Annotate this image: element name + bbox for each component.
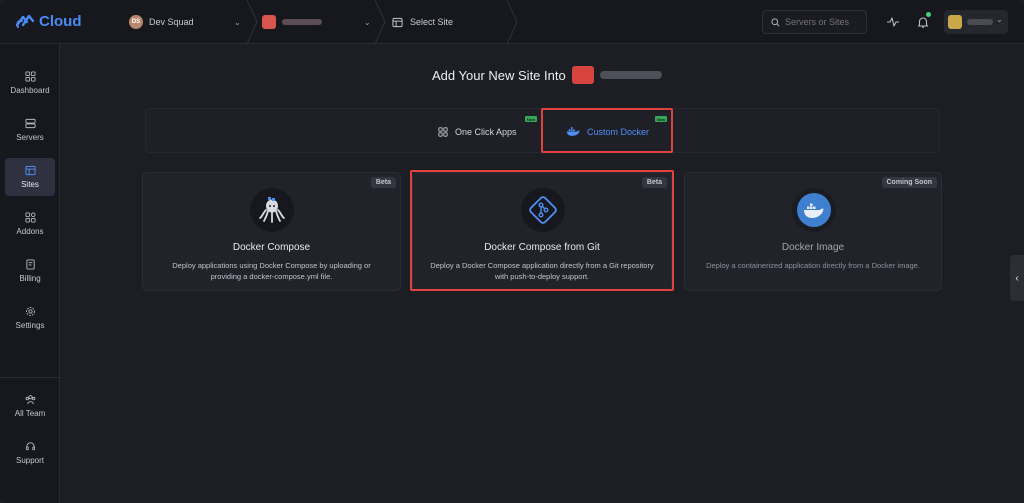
addons-icon bbox=[24, 212, 36, 223]
octopus-icon bbox=[250, 188, 294, 232]
chevron-down-icon: ⌄ bbox=[364, 17, 371, 27]
team-avatar: DS bbox=[129, 15, 143, 29]
sidebar-item-label: Sites bbox=[21, 180, 39, 189]
docker-icon bbox=[797, 193, 831, 227]
highlight-annotation bbox=[541, 108, 673, 153]
cloud-logo-icon bbox=[15, 14, 35, 28]
new-badge: New bbox=[525, 116, 537, 122]
status-badge: Coming Soon bbox=[881, 177, 937, 188]
headset-icon bbox=[25, 442, 35, 451]
brand-logo[interactable]: Cloud bbox=[14, 11, 82, 31]
server-icon bbox=[24, 118, 36, 129]
server-logo-icon bbox=[571, 66, 594, 84]
card-description: Deploy applications using Docker Compose… bbox=[172, 261, 371, 281]
sidebar-item-billing[interactable]: Billing bbox=[5, 252, 55, 290]
server-name-redacted bbox=[599, 71, 662, 79]
sidebar: Dashboard Servers Sites Addons Billing S… bbox=[0, 44, 60, 503]
page-title-text: Add Your New Site Into bbox=[432, 67, 566, 83]
card-title: Docker Image bbox=[781, 242, 845, 253]
team-selector[interactable]: DS Dev Squad ⌄ bbox=[122, 0, 258, 44]
octopus-icon bbox=[259, 197, 285, 223]
search-box[interactable] bbox=[762, 10, 867, 34]
sidebar-item-servers[interactable]: Servers bbox=[5, 111, 55, 149]
browser-icon bbox=[24, 165, 36, 176]
card-docker-compose[interactable]: Beta Docker Compose Deploy applications … bbox=[142, 172, 401, 291]
sidebar-item-all-team[interactable]: All Team bbox=[5, 387, 55, 425]
tab-one-click-apps[interactable]: One Click Apps bbox=[438, 109, 517, 154]
sidebar-item-label: Settings bbox=[15, 321, 45, 330]
highlight-annotation bbox=[410, 170, 674, 291]
team-name: Dev Squad bbox=[149, 17, 194, 27]
chevron-down-icon: ⌄ bbox=[996, 15, 1003, 24]
notification-dot bbox=[926, 12, 931, 17]
sidebar-item-label: Servers bbox=[16, 133, 44, 142]
team-icon bbox=[25, 395, 35, 405]
sidebar-item-settings[interactable]: Settings bbox=[5, 299, 55, 337]
brand-name: Cloud bbox=[39, 12, 82, 30]
status-badge: Beta bbox=[370, 177, 396, 188]
billing-icon bbox=[25, 259, 35, 270]
page-title: Add Your New Site Into bbox=[432, 66, 662, 84]
tab-label: One Click Apps bbox=[455, 126, 517, 137]
card-description: Deploy a containerized application direc… bbox=[706, 261, 920, 270]
sidebar-item-addons[interactable]: Addons bbox=[5, 205, 55, 243]
browser-icon bbox=[392, 17, 403, 27]
bell-icon[interactable] bbox=[916, 15, 930, 29]
search-icon bbox=[771, 17, 780, 26]
sidebar-item-sites[interactable]: Sites bbox=[5, 158, 55, 196]
breadcrumb-separator bbox=[506, 0, 518, 44]
chevron-left-icon: ‹ bbox=[1015, 272, 1019, 284]
server-name-redacted bbox=[282, 19, 322, 25]
sidebar-item-label: Addons bbox=[16, 227, 44, 236]
sidebar-item-support[interactable]: Support bbox=[5, 434, 55, 472]
grid-icon bbox=[438, 126, 448, 137]
sidebar-item-label: All Team bbox=[14, 409, 46, 418]
docker-icon bbox=[792, 188, 836, 232]
site-selector-label: Select Site bbox=[410, 17, 454, 27]
user-menu[interactable]: ⌄ bbox=[944, 10, 1008, 34]
chevron-down-icon: ⌄ bbox=[234, 17, 241, 27]
server-selector[interactable]: ⌄ bbox=[252, 0, 386, 44]
site-selector[interactable]: Select Site bbox=[384, 0, 518, 44]
panel-toggle-handle[interactable]: ‹ bbox=[1010, 255, 1024, 301]
sidebar-item-label: Dashboard bbox=[10, 86, 50, 95]
user-name-redacted bbox=[967, 19, 993, 25]
grid-icon bbox=[24, 71, 36, 82]
server-logo-icon bbox=[262, 15, 276, 29]
top-bar: Cloud DS Dev Squad ⌄ ⌄ Select Site Serve… bbox=[0, 0, 1024, 44]
sidebar-item-dashboard[interactable]: Dashboard bbox=[5, 64, 55, 102]
sidebar-item-label: Billing bbox=[19, 274, 41, 283]
activity-icon[interactable] bbox=[886, 15, 900, 29]
card-title: Docker Compose bbox=[232, 242, 311, 253]
sidebar-divider bbox=[0, 377, 60, 378]
gear-icon bbox=[25, 307, 35, 316]
card-docker-image: Coming Soon Docker Image Deploy a contai… bbox=[684, 172, 942, 291]
avatar bbox=[948, 15, 962, 29]
app-window: Cloud DS Dev Squad ⌄ ⌄ Select Site Serve… bbox=[0, 0, 1024, 503]
sidebar-item-label: Support bbox=[15, 456, 45, 465]
search-input[interactable] bbox=[785, 17, 865, 27]
